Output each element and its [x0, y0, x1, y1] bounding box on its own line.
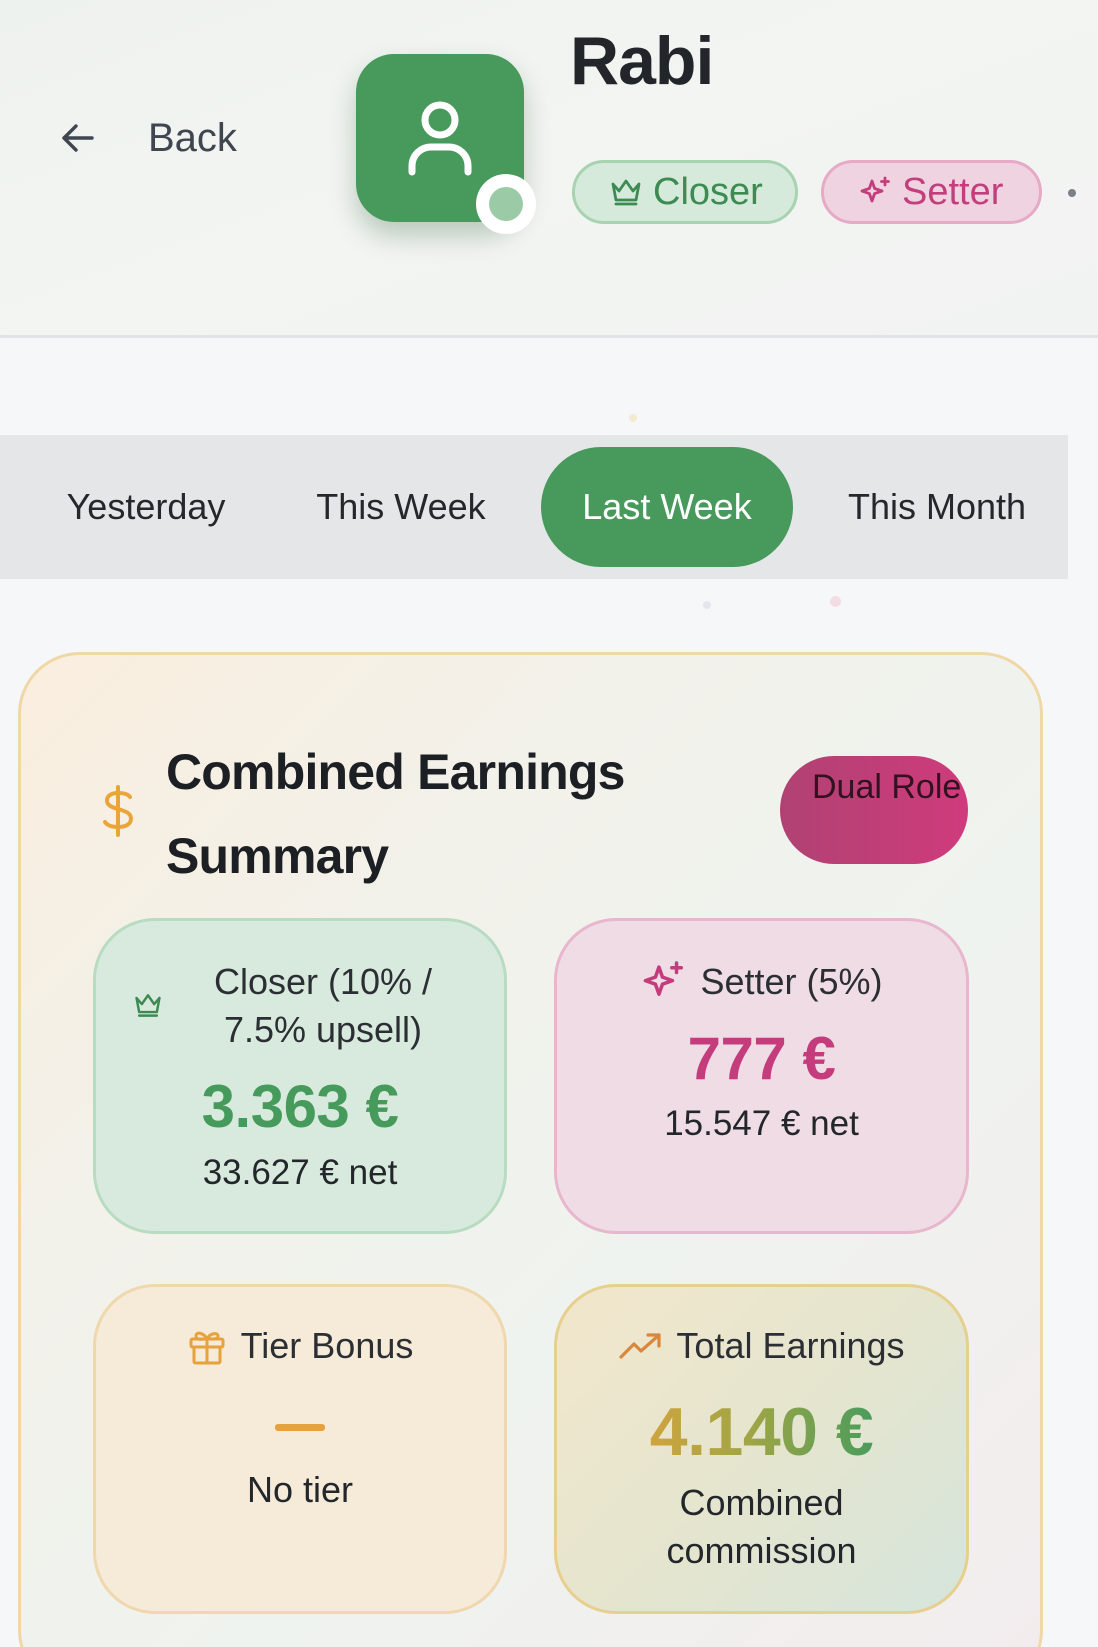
- total-label: Total Earnings: [676, 1325, 905, 1366]
- closer-net: 33.627 € net: [202, 1153, 398, 1192]
- total-note: Combined commission: [666, 1482, 857, 1571]
- crown-icon: [135, 994, 161, 1017]
- back-button[interactable]: Back: [58, 112, 237, 164]
- dual-role-badge: Dual Role: [780, 756, 968, 864]
- tier-label-row: Tier Bonus: [93, 1322, 507, 1370]
- tab-this-week[interactable]: This Week: [306, 447, 496, 567]
- online-status-indicator: [476, 174, 536, 234]
- arrow-left-icon: [62, 124, 94, 152]
- tier-note: No tier: [246, 1469, 354, 1510]
- crown-icon: [611, 179, 641, 206]
- user-icon: [408, 101, 472, 176]
- closer-amount: 3.363 €: [201, 1073, 399, 1140]
- period-tabs: Yesterday This Week Last Week This Month: [0, 435, 1068, 579]
- setter-label: Setter (5%): [700, 961, 883, 1002]
- role-chip-label: Closer: [653, 170, 763, 213]
- profile-header: Back Rabi Closer Setter: [0, 0, 1098, 338]
- tier-label: Tier Bonus: [240, 1325, 414, 1366]
- role-chip-setter: Setter: [821, 160, 1042, 224]
- decorative-dot: [629, 414, 637, 422]
- role-chip-closer: Closer: [572, 160, 798, 224]
- setter-net: 15.547 € net: [664, 1104, 859, 1143]
- trending-up-icon: [619, 1333, 662, 1359]
- tab-yesterday[interactable]: Yesterday: [46, 447, 246, 567]
- earnings-page: Back Rabi Closer Setter Yesterday This W: [0, 0, 1098, 1647]
- dollar-icon: [103, 785, 134, 837]
- summary-title: Combined Earnings Summary: [166, 744, 625, 884]
- user-name: Rabi: [570, 23, 714, 99]
- role-chip-label: Setter: [902, 170, 1004, 213]
- tab-this-month[interactable]: This Month: [826, 447, 1048, 567]
- sparkles-icon: [860, 176, 890, 203]
- decorative-dot: [703, 601, 711, 609]
- back-label: Back: [148, 115, 237, 160]
- setter-label-row: Setter (5%): [554, 958, 969, 1006]
- total-amount-wrap: 4.140 €: [554, 1392, 969, 1491]
- setter-amount: 777 €: [687, 1025, 836, 1092]
- overflow-indicator: [1068, 189, 1076, 197]
- decorative-dot: [830, 596, 841, 607]
- total-amount: 4.140 €: [649, 1394, 874, 1470]
- total-label-row: Total Earnings: [554, 1322, 969, 1370]
- closer-label: Closer (10% / 7.5% upsell): [213, 961, 433, 1050]
- sparkles-icon: [644, 961, 684, 996]
- tier-value-dash: [275, 1424, 325, 1431]
- gift-icon: [189, 1331, 225, 1365]
- tab-last-week[interactable]: Last Week: [541, 447, 793, 567]
